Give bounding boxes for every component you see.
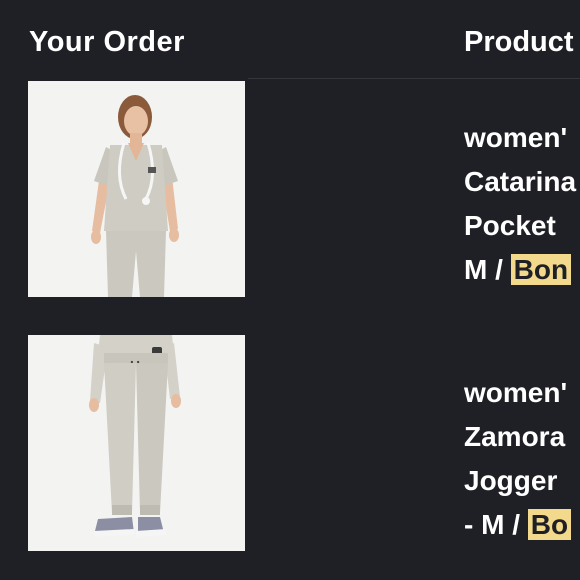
product-column-heading: Product	[464, 26, 574, 58]
scrub-top-model-illustration	[28, 81, 245, 297]
product-image-zamora[interactable]	[28, 335, 245, 551]
product-name-line: Jogger	[464, 465, 558, 496]
size-label: - M /	[464, 509, 520, 540]
product-name-catarina[interactable]: women' Catarina Pocket M / Bon	[464, 116, 576, 292]
product-variant-line: M / Bon	[464, 248, 576, 292]
header-divider	[248, 78, 580, 79]
size-label: M /	[464, 254, 503, 285]
order-summary-screen: Your Order Product women' Catarina Pocke…	[0, 0, 580, 580]
product-name-line: women'	[464, 122, 568, 153]
color-highlight: Bon	[510, 254, 572, 285]
jogger-model-illustration	[28, 335, 245, 551]
product-image-catarina[interactable]	[28, 81, 245, 297]
product-name-line: women'	[464, 377, 568, 408]
order-heading: Your Order	[29, 26, 185, 58]
product-name-line: Catarina	[464, 166, 577, 197]
product-name-zamora[interactable]: women' Zamora Jogger - M / Bo	[464, 371, 572, 547]
color-highlight: Bo	[527, 509, 572, 540]
product-name-line: Zamora	[464, 421, 566, 452]
product-name-line: Pocket	[464, 210, 556, 241]
product-variant-line: - M / Bo	[464, 503, 572, 547]
